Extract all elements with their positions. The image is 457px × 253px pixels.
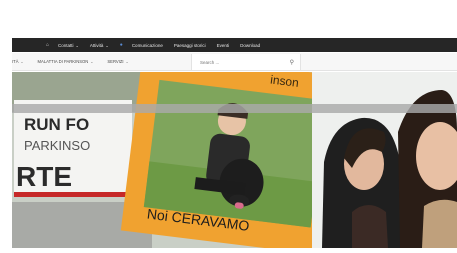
search-icon[interactable]: ⚲ bbox=[290, 59, 294, 66]
overlay-bar bbox=[0, 104, 457, 113]
left-margin bbox=[0, 0, 12, 253]
site-header-area bbox=[12, 0, 457, 39]
search-box: ⚲ bbox=[191, 54, 301, 70]
nav-item-attivita[interactable]: Attività ⌄ bbox=[90, 43, 109, 48]
chevron-down-icon: ⌄ bbox=[105, 42, 109, 48]
nav-item-paesaggi-storici[interactable]: Paesaggi storici bbox=[174, 43, 206, 48]
search-input[interactable] bbox=[198, 58, 272, 66]
subnav-item-servizi[interactable]: SERVIZI ⌄ bbox=[107, 59, 128, 64]
page: ⌂ Contatti ⌄ Attività ⌄ ● Comunicazione Pa… bbox=[0, 0, 457, 253]
chevron-down-icon: ⌄ bbox=[20, 60, 24, 64]
hero-photo: RUN FO PARKINSO RTE Noi CERAVAMO inson bbox=[12, 72, 457, 248]
nav-item-contatti[interactable]: Contatti ⌄ bbox=[58, 43, 79, 48]
banner-line-3: RTE bbox=[16, 161, 72, 192]
banner-line-1: RUN FO bbox=[24, 115, 89, 134]
hero-photo-illustration: RUN FO PARKINSO RTE Noi CERAVAMO inson bbox=[12, 72, 457, 248]
top-navigation-bar: ⌂ Contatti ⌄ Attività ⌄ ● Comunicazione Pa… bbox=[12, 38, 457, 52]
home-icon[interactable]: ⌂ bbox=[46, 42, 49, 48]
chevron-down-icon: ⌄ bbox=[125, 60, 129, 64]
chevron-down-icon: ⌄ bbox=[75, 42, 79, 48]
subnav-item-malattia-di-parkinson[interactable]: MALATTIA DI PARKINSON ⌄ bbox=[38, 59, 94, 64]
subnav-item-attivita[interactable]: ITÀ ⌄ bbox=[12, 59, 24, 64]
nav-item-comunicazione[interactable]: Comunicazione bbox=[132, 43, 163, 48]
nav-item-eventi[interactable]: Eventi bbox=[217, 43, 230, 48]
banner-line-2: PARKINSO bbox=[24, 138, 90, 153]
person-icon[interactable]: ● bbox=[120, 42, 123, 48]
chevron-down-icon: ⌄ bbox=[90, 60, 94, 64]
bottom-margin bbox=[0, 248, 457, 253]
nav-item-download[interactable]: Download bbox=[240, 43, 260, 48]
